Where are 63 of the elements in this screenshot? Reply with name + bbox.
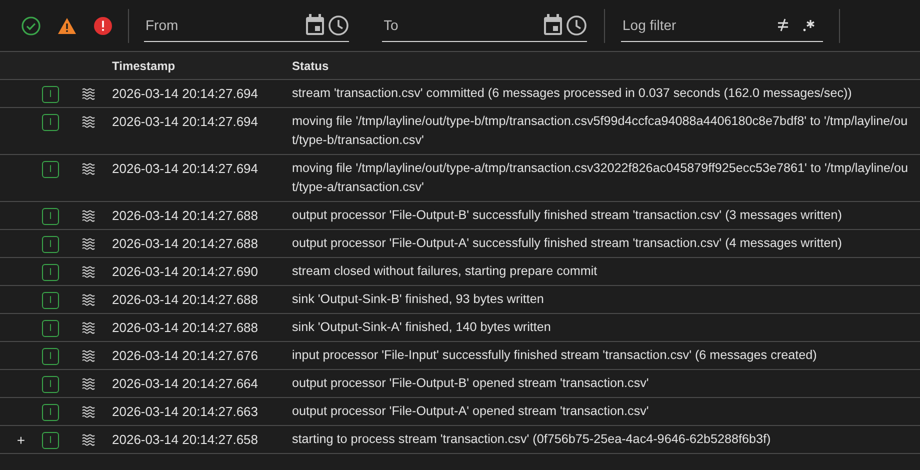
- status-text: input processor 'File-Input' successfully finished stream 'transaction.csv' (6 messages created): [292, 347, 818, 364]
- timestamp-text: 2026-03-14 20:14:27.694: [112, 114, 258, 129]
- column-header: Timestamp: [112, 58, 176, 74]
- stream-icon: [82, 378, 95, 390]
- regex-icon[interactable]: [802, 18, 814, 32]
- not-equal-icon[interactable]: [776, 18, 788, 32]
- level-badge: I: [42, 348, 59, 365]
- stream-icon: [82, 210, 95, 222]
- status-text: output processor 'File-Output-B' opened stream 'transaction.csv': [292, 375, 650, 392]
- level-badge: I: [42, 432, 59, 449]
- input-field[interactable]: From: [144, 14, 304, 36]
- status-text: sink 'Output-Sink-A' finished, 140 bytes written: [292, 319, 552, 336]
- level-badge: I: [42, 208, 59, 225]
- expand-toggle[interactable]: +: [16, 430, 26, 451]
- stream-icon: [82, 322, 95, 334]
- clock-icon[interactable]: [328, 14, 348, 36]
- status-text: starting to process stream 'transaction.csv' (0f756b75-25ea-4ac4-9646-62b5288f6b3f): [292, 431, 772, 448]
- level-badge: I: [42, 264, 59, 281]
- level-badge: I: [42, 376, 59, 393]
- stream-icon: [82, 266, 95, 278]
- status-text: output processor 'File-Output-A' successfully finished stream 'transaction.csv' (4 messages written): [292, 235, 843, 252]
- timestamp-text: 2026-03-14 20:14:27.688: [112, 236, 258, 251]
- timestamp-text: 2026-03-14 20:14:27.694: [112, 86, 258, 101]
- timestamp-text: 2026-03-14 20:14:27.663: [112, 404, 258, 419]
- status-text: stream 'transaction.csv' committed (6 messages processed in 0.037 seconds (162.0 messages/sec)): [292, 85, 853, 102]
- column-header: Status: [292, 58, 329, 74]
- timestamp-text: 2026-03-14 20:14:27.658: [112, 432, 258, 447]
- stream-icon: [82, 434, 95, 446]
- stream-icon: [82, 116, 95, 128]
- stream-icon: [82, 406, 95, 418]
- timestamp-text: 2026-03-14 20:14:27.690: [112, 264, 258, 279]
- timestamp-text: 2026-03-14 20:14:27.688: [112, 208, 258, 223]
- status-text: sink 'Output-Sink-B' finished, 93 bytes written: [292, 291, 545, 308]
- stream-icon: [82, 238, 95, 250]
- level-badge: I: [42, 114, 59, 131]
- level-badge: I: [42, 161, 59, 178]
- status-text: moving file '/tmp/layline/out/type-b/tmp/transaction.csv5f99d4ccfca94088a4406180c8e7bdf8' to '/tmp/layline/out/type-b/transaction.csv': [292, 113, 909, 149]
- status-text: output processor 'File-Output-B' successfully finished stream 'transaction.csv' (3 messages written): [292, 207, 843, 224]
- status-text: moving file '/tmp/layline/out/type-a/tmp/transaction.csv32022f826ac045879ff925ecc53e7861' to '/tmp/layline/out/type-a/transaction.csv': [292, 160, 910, 196]
- status-text: output processor 'File-Output-A' opened stream 'transaction.csv': [292, 403, 650, 420]
- warning-icon[interactable]: [57, 16, 77, 36]
- timestamp-text: 2026-03-14 20:14:27.694: [112, 161, 258, 176]
- error-icon[interactable]: [93, 16, 113, 36]
- input-field[interactable]: Log filter: [620, 14, 776, 36]
- timestamp-text: 2026-03-14 20:14:27.676: [112, 348, 258, 363]
- stream-icon: [82, 294, 95, 306]
- calendar-icon[interactable]: [542, 14, 562, 36]
- timestamp-text: 2026-03-14 20:14:27.688: [112, 320, 258, 335]
- level-badge: I: [42, 320, 59, 337]
- level-badge: I: [42, 236, 59, 253]
- clock-icon[interactable]: [566, 14, 586, 36]
- level-badge: I: [42, 86, 59, 103]
- level-badge: I: [42, 404, 59, 421]
- status-text: stream closed without failures, starting prepare commit: [292, 263, 598, 280]
- timestamp-text: 2026-03-14 20:14:27.688: [112, 292, 258, 307]
- level-badge: I: [42, 292, 59, 309]
- stream-icon: [82, 350, 95, 362]
- calendar-icon[interactable]: [304, 14, 324, 36]
- input-field[interactable]: To: [382, 14, 542, 36]
- stream-icon: [82, 163, 95, 175]
- stream-icon: [82, 88, 95, 100]
- timestamp-text: 2026-03-14 20:14:27.664: [112, 376, 258, 391]
- success-icon[interactable]: [21, 16, 41, 36]
